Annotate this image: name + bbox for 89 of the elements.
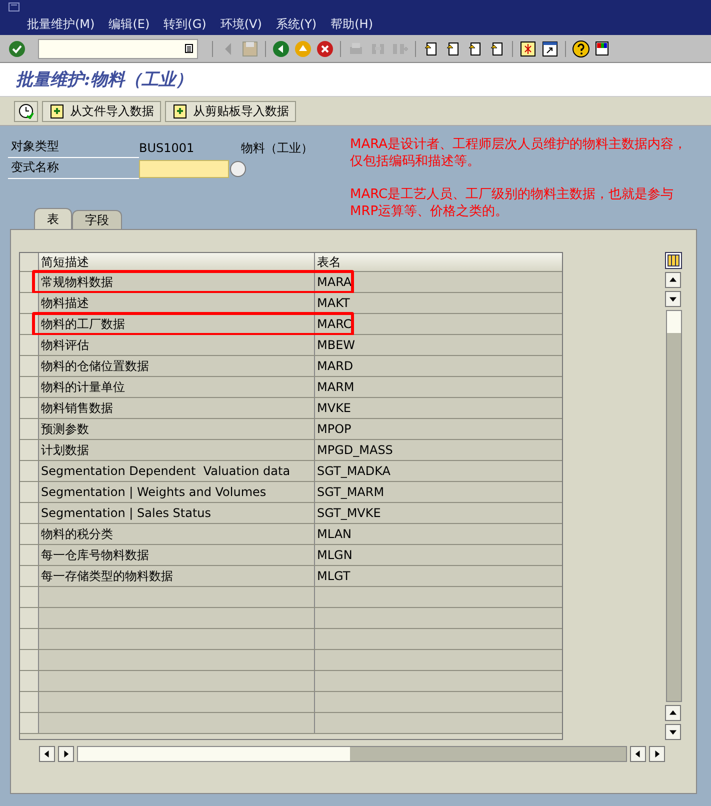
check-icon[interactable] — [8, 40, 26, 58]
table-cell: 物料的计量单位 — [39, 377, 315, 397]
table-cell: 每一存储类型的物料数据 — [39, 566, 315, 586]
row-selector[interactable] — [20, 566, 39, 586]
table-cell: 每一仓库号物料数据 — [39, 545, 315, 565]
field-label: 对象类型 — [8, 138, 139, 158]
table-cell: Segmentation | Weights and Volumes — [39, 482, 315, 502]
system-menu-icon[interactable] — [8, 2, 20, 12]
table-cell: 计划数据 — [39, 440, 315, 460]
table-cell-text: SGT_MARM — [316, 484, 386, 501]
menu-item[interactable]: 转到(G) — [164, 16, 206, 33]
table-cell-text: MLGT — [316, 568, 352, 585]
help-icon[interactable] — [572, 40, 590, 58]
scroll-up-button[interactable] — [665, 272, 681, 288]
column-header[interactable]: 表名 — [315, 253, 562, 271]
row-selector[interactable] — [20, 524, 39, 544]
annotation-text: MARA是设计者、工程师层次人员维护的物料主数据内容，仅包括编码和描述等。 — [350, 136, 688, 170]
vertical-scrollbar[interactable] — [666, 310, 682, 702]
row-selector[interactable] — [20, 482, 39, 502]
row-selector[interactable] — [20, 419, 39, 439]
table-cell-text: MBEW — [316, 337, 356, 354]
command-field[interactable] — [38, 38, 198, 58]
window-icon[interactable] — [519, 40, 537, 58]
scroll-left-button[interactable] — [39, 746, 55, 762]
table-cell: 常规物料数据 — [39, 272, 315, 292]
cancel-icon[interactable] — [316, 40, 334, 58]
table-cell: 物料描述 — [39, 293, 315, 313]
table-cell-text: MAKT — [316, 295, 351, 312]
table-cell: Segmentation | Sales Status — [39, 503, 315, 523]
table-cell: 物料评估 — [39, 335, 315, 355]
select-all-button[interactable] — [20, 253, 39, 271]
row-selector[interactable] — [20, 461, 39, 481]
table-cell: 预测参数 — [39, 419, 315, 439]
table-cell-text: MARD — [316, 358, 354, 375]
table-cell: Segmentation Dependent Valuation data — [39, 461, 315, 481]
row-selector[interactable] — [20, 356, 39, 376]
execute-button[interactable] — [14, 100, 38, 122]
table-cell-text: MARC — [316, 316, 353, 333]
horizontal-scrollbar[interactable] — [77, 746, 627, 762]
row-selector[interactable] — [20, 440, 39, 460]
table-cell-text: MLGN — [316, 547, 354, 564]
field-value: BUS1001 — [139, 141, 196, 155]
save-icon[interactable] — [241, 40, 259, 58]
column-settings-icon[interactable] — [665, 252, 682, 269]
import-button[interactable]: 从剪贴板导入数据 — [165, 100, 296, 122]
scroll-up-button[interactable] — [665, 705, 681, 721]
row-selector[interactable] — [20, 398, 39, 418]
variant-name-field[interactable] — [139, 160, 229, 178]
row-selector[interactable] — [20, 293, 39, 313]
menu-item[interactable]: 环境(V) — [220, 16, 262, 33]
tab[interactable]: 表 — [34, 208, 72, 229]
import-icon — [172, 103, 188, 119]
menu-item[interactable]: 编辑(E) — [108, 16, 150, 33]
screen-title: 批量维护:物料（工业） — [16, 69, 192, 91]
list-icon — [185, 44, 193, 53]
import-button[interactable]: 从文件导入数据 — [42, 100, 161, 122]
scroll-left-button[interactable] — [630, 746, 646, 762]
import-icon — [49, 103, 65, 119]
back-icon[interactable] — [272, 40, 290, 58]
table-cell: 物料的工厂数据 — [39, 314, 315, 334]
shortcut-icon[interactable] — [541, 40, 559, 58]
row-selector[interactable] — [20, 503, 39, 523]
menu-item[interactable]: 系统(Y) — [276, 16, 317, 33]
table-cell-text: MLAN — [316, 526, 352, 543]
table-cell-text: MPGD_MASS — [316, 442, 394, 459]
scroll-right-button[interactable] — [649, 746, 665, 762]
column-header[interactable]: 简短描述 — [39, 253, 315, 271]
clock-icon — [18, 103, 34, 119]
table-cell-text: MPOP — [316, 421, 352, 438]
field-description: 物料（工业） — [241, 140, 313, 156]
table-cell: 物料的税分类 — [39, 524, 315, 544]
tab[interactable]: 字段 — [72, 210, 122, 229]
scroll-right-button[interactable] — [58, 746, 74, 762]
scroll-down-button[interactable] — [665, 724, 681, 740]
annotation-text: MARC是工艺人员、工厂级别的物料主数据，也就是参与MRP运算等、价格之类的。 — [350, 186, 675, 220]
menu-item[interactable]: 批量维护(M) — [27, 16, 95, 33]
table-cell-text: MARA — [316, 274, 353, 291]
scroll-down-button[interactable] — [665, 291, 681, 307]
value-help-icon[interactable] — [230, 161, 246, 177]
table-cell-text: MVKE — [316, 400, 352, 417]
row-selector[interactable] — [20, 377, 39, 397]
table-cell: 物料销售数据 — [39, 398, 315, 418]
table-cell: 物料的仓储位置数据 — [39, 356, 315, 376]
row-selector[interactable] — [20, 545, 39, 565]
table-cell-text: SGT_MADKA — [316, 463, 392, 480]
row-selector[interactable] — [20, 335, 39, 355]
menu-item[interactable]: 帮助(H) — [330, 16, 374, 33]
table-cell-text: SGT_MVKE — [316, 505, 382, 522]
table-cell-text: MARM — [316, 379, 356, 396]
